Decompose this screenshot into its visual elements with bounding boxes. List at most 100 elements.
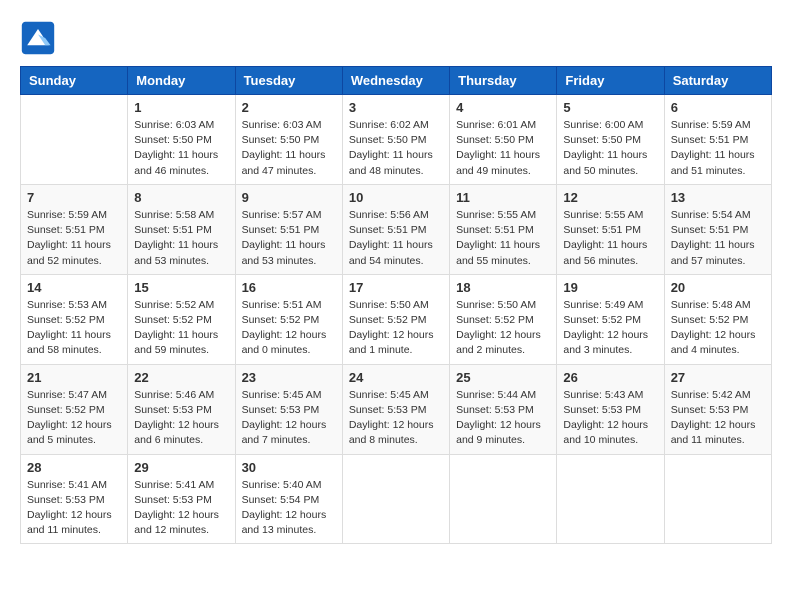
weekday-header: Friday bbox=[557, 67, 664, 95]
day-number: 21 bbox=[27, 370, 121, 385]
day-number: 13 bbox=[671, 190, 765, 205]
day-info: Sunrise: 5:55 AMSunset: 5:51 PMDaylight:… bbox=[456, 208, 550, 269]
day-number: 27 bbox=[671, 370, 765, 385]
day-number: 19 bbox=[563, 280, 657, 295]
day-info: Sunrise: 5:40 AMSunset: 5:54 PMDaylight:… bbox=[242, 478, 336, 539]
day-number: 1 bbox=[134, 100, 228, 115]
calendar-cell: 16Sunrise: 5:51 AMSunset: 5:52 PMDayligh… bbox=[235, 274, 342, 364]
day-info: Sunrise: 6:03 AMSunset: 5:50 PMDaylight:… bbox=[242, 118, 336, 179]
calendar-cell: 11 Sunrise: 5:55 AMSunset: 5:51 PMDayligh… bbox=[450, 184, 557, 274]
day-number: 7 bbox=[27, 190, 121, 205]
calendar-cell: 2 Sunrise: 6:03 AMSunset: 5:50 PMDaylight… bbox=[235, 95, 342, 185]
day-info: Sunrise: 6:01 AMSunset: 5:50 PMDaylight:… bbox=[456, 118, 550, 179]
calendar-cell bbox=[342, 454, 449, 544]
calendar-cell: 24 Sunrise: 5:45 AMSunset: 5:53 PMDayligh… bbox=[342, 364, 449, 454]
calendar-week-row: 28 Sunrise: 5:41 AMSunset: 5:53 PMDayligh… bbox=[21, 454, 772, 544]
calendar-cell: 25 Sunrise: 5:44 AMSunset: 5:53 PMDayligh… bbox=[450, 364, 557, 454]
calendar-cell: 26 Sunrise: 5:43 AMSunset: 5:53 PMDayligh… bbox=[557, 364, 664, 454]
day-number: 22 bbox=[134, 370, 228, 385]
day-number: 10 bbox=[349, 190, 443, 205]
calendar-cell: 27 Sunrise: 5:42 AMSunset: 5:53 PMDayligh… bbox=[664, 364, 771, 454]
day-info: Sunrise: 5:54 AMSunset: 5:51 PMDaylight:… bbox=[671, 208, 765, 269]
calendar-week-row: 1 Sunrise: 6:03 AMSunset: 5:50 PMDaylight… bbox=[21, 95, 772, 185]
day-info: Sunrise: 5:50 AMSunset: 5:52 PMDaylight:… bbox=[349, 298, 443, 359]
day-info: Sunrise: 5:52 AMSunset: 5:52 PMDaylight:… bbox=[134, 298, 228, 359]
day-number: 14 bbox=[27, 280, 121, 295]
weekday-header: Saturday bbox=[664, 67, 771, 95]
calendar-week-row: 7 Sunrise: 5:59 AMSunset: 5:51 PMDaylight… bbox=[21, 184, 772, 274]
calendar-week-row: 21Sunrise: 5:47 AMSunset: 5:52 PMDayligh… bbox=[21, 364, 772, 454]
day-info: Sunrise: 5:45 AMSunset: 5:53 PMDaylight:… bbox=[349, 388, 443, 449]
weekday-header: Tuesday bbox=[235, 67, 342, 95]
calendar-cell: 17Sunrise: 5:50 AMSunset: 5:52 PMDayligh… bbox=[342, 274, 449, 364]
weekday-header: Monday bbox=[128, 67, 235, 95]
page-header bbox=[20, 20, 772, 56]
calendar-cell bbox=[664, 454, 771, 544]
calendar-cell: 8 Sunrise: 5:58 AMSunset: 5:51 PMDaylight… bbox=[128, 184, 235, 274]
day-number: 30 bbox=[242, 460, 336, 475]
day-number: 2 bbox=[242, 100, 336, 115]
calendar-cell: 13 Sunrise: 5:54 AMSunset: 5:51 PMDayligh… bbox=[664, 184, 771, 274]
day-info: Sunrise: 5:51 AMSunset: 5:52 PMDaylight:… bbox=[242, 298, 336, 359]
weekday-header: Thursday bbox=[450, 67, 557, 95]
day-info: Sunrise: 5:50 AMSunset: 5:52 PMDaylight:… bbox=[456, 298, 550, 359]
day-number: 5 bbox=[563, 100, 657, 115]
calendar-cell: 28Sunrise: 5:41 AMSunset: 5:53 PMDayligh… bbox=[21, 454, 128, 544]
day-number: 20 bbox=[671, 280, 765, 295]
day-info: Sunrise: 5:53 AMSunset: 5:52 PMDaylight:… bbox=[27, 298, 121, 359]
calendar-week-row: 14 Sunrise: 5:53 AMSunset: 5:52 PMDayligh… bbox=[21, 274, 772, 364]
day-info: Sunrise: 5:43 AMSunset: 5:53 PMDaylight:… bbox=[563, 388, 657, 449]
day-info: Sunrise: 5:59 AMSunset: 5:51 PMDaylight:… bbox=[27, 208, 121, 269]
day-number: 4 bbox=[456, 100, 550, 115]
day-number: 3 bbox=[349, 100, 443, 115]
day-info: Sunrise: 5:48 AMSunset: 5:52 PMDaylight:… bbox=[671, 298, 765, 359]
day-number: 9 bbox=[242, 190, 336, 205]
calendar-cell: 29 Sunrise: 5:41 AMSunset: 5:53 PMDayligh… bbox=[128, 454, 235, 544]
calendar-cell: 18 Sunrise: 5:50 AMSunset: 5:52 PMDayligh… bbox=[450, 274, 557, 364]
day-info: Sunrise: 5:59 AMSunset: 5:51 PMDaylight:… bbox=[671, 118, 765, 179]
day-info: Sunrise: 5:46 AMSunset: 5:53 PMDaylight:… bbox=[134, 388, 228, 449]
calendar-cell: 22 Sunrise: 5:46 AMSunset: 5:53 PMDayligh… bbox=[128, 364, 235, 454]
day-info: Sunrise: 5:49 AMSunset: 5:52 PMDaylight:… bbox=[563, 298, 657, 359]
day-number: 26 bbox=[563, 370, 657, 385]
day-info: Sunrise: 5:41 AMSunset: 5:53 PMDaylight:… bbox=[134, 478, 228, 539]
calendar-cell: 12 Sunrise: 5:55 AMSunset: 5:51 PMDayligh… bbox=[557, 184, 664, 274]
day-info: Sunrise: 6:02 AMSunset: 5:50 PMDaylight:… bbox=[349, 118, 443, 179]
day-number: 12 bbox=[563, 190, 657, 205]
day-info: Sunrise: 5:42 AMSunset: 5:53 PMDaylight:… bbox=[671, 388, 765, 449]
calendar-cell: 14 Sunrise: 5:53 AMSunset: 5:52 PMDayligh… bbox=[21, 274, 128, 364]
day-info: Sunrise: 5:44 AMSunset: 5:53 PMDaylight:… bbox=[456, 388, 550, 449]
weekday-header: Sunday bbox=[21, 67, 128, 95]
day-info: Sunrise: 5:45 AMSunset: 5:53 PMDaylight:… bbox=[242, 388, 336, 449]
calendar-cell: 1 Sunrise: 6:03 AMSunset: 5:50 PMDaylight… bbox=[128, 95, 235, 185]
day-number: 8 bbox=[134, 190, 228, 205]
logo-icon bbox=[20, 20, 56, 56]
day-info: Sunrise: 5:58 AMSunset: 5:51 PMDaylight:… bbox=[134, 208, 228, 269]
calendar-cell: 6 Sunrise: 5:59 AMSunset: 5:51 PMDaylight… bbox=[664, 95, 771, 185]
calendar-cell: 30 Sunrise: 5:40 AMSunset: 5:54 PMDayligh… bbox=[235, 454, 342, 544]
day-number: 24 bbox=[349, 370, 443, 385]
calendar-cell: 20 Sunrise: 5:48 AMSunset: 5:52 PMDayligh… bbox=[664, 274, 771, 364]
day-info: Sunrise: 6:03 AMSunset: 5:50 PMDaylight:… bbox=[134, 118, 228, 179]
day-info: Sunrise: 5:55 AMSunset: 5:51 PMDaylight:… bbox=[563, 208, 657, 269]
day-number: 11 bbox=[456, 190, 550, 205]
weekday-header: Wednesday bbox=[342, 67, 449, 95]
calendar-cell: 7 Sunrise: 5:59 AMSunset: 5:51 PMDaylight… bbox=[21, 184, 128, 274]
day-info: Sunrise: 5:57 AMSunset: 5:51 PMDaylight:… bbox=[242, 208, 336, 269]
calendar-cell: 19 Sunrise: 5:49 AMSunset: 5:52 PMDayligh… bbox=[557, 274, 664, 364]
day-number: 18 bbox=[456, 280, 550, 295]
calendar-cell: 15 Sunrise: 5:52 AMSunset: 5:52 PMDayligh… bbox=[128, 274, 235, 364]
logo bbox=[20, 20, 60, 56]
calendar-header-row: SundayMondayTuesdayWednesdayThursdayFrid… bbox=[21, 67, 772, 95]
day-number: 28 bbox=[27, 460, 121, 475]
day-number: 6 bbox=[671, 100, 765, 115]
day-info: Sunrise: 6:00 AMSunset: 5:50 PMDaylight:… bbox=[563, 118, 657, 179]
day-number: 29 bbox=[134, 460, 228, 475]
day-number: 25 bbox=[456, 370, 550, 385]
day-number: 15 bbox=[134, 280, 228, 295]
calendar-cell: 10Sunrise: 5:56 AMSunset: 5:51 PMDayligh… bbox=[342, 184, 449, 274]
calendar-cell: 4 Sunrise: 6:01 AMSunset: 5:50 PMDaylight… bbox=[450, 95, 557, 185]
calendar-cell bbox=[21, 95, 128, 185]
calendar-cell bbox=[450, 454, 557, 544]
calendar-cell: 21Sunrise: 5:47 AMSunset: 5:52 PMDayligh… bbox=[21, 364, 128, 454]
